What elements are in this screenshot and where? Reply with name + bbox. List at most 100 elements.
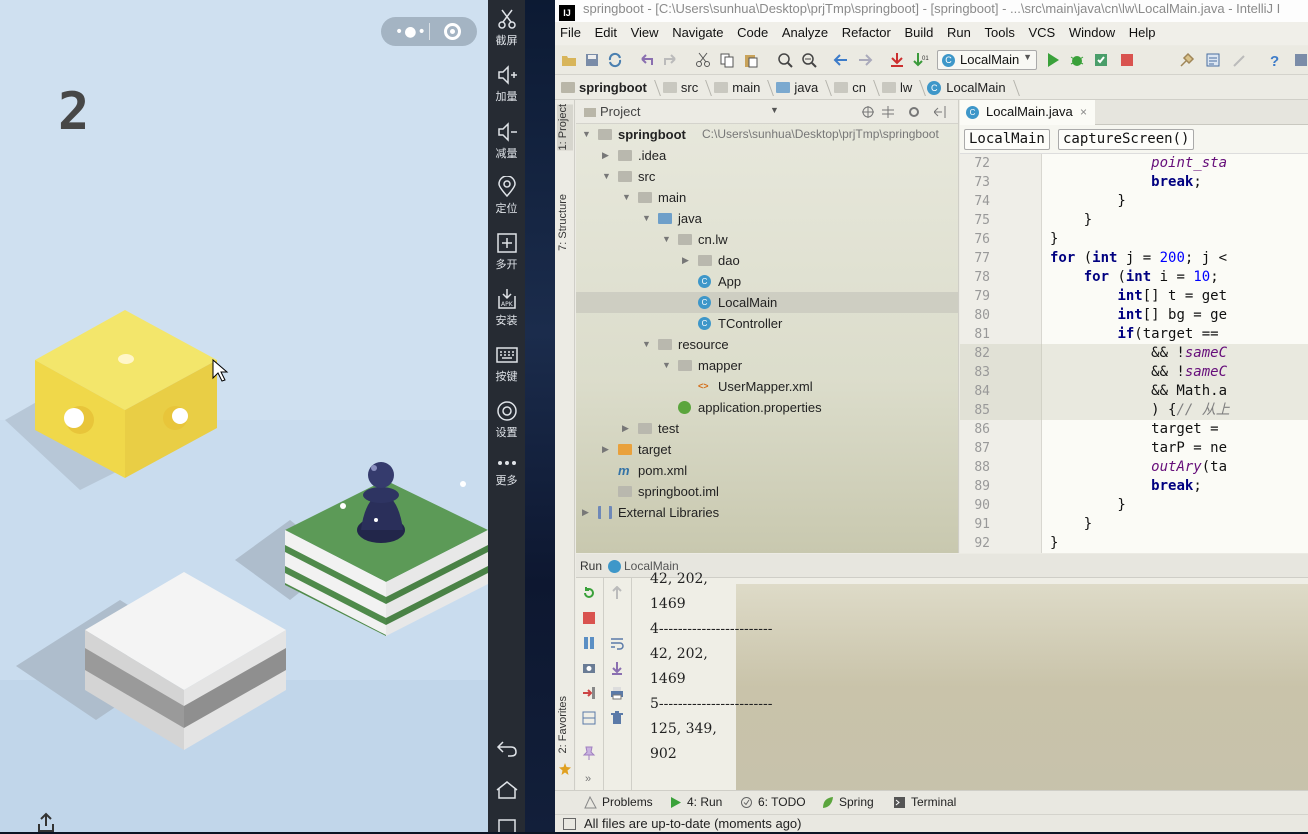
volume-down-button[interactable]: 减量 xyxy=(488,121,525,161)
run-configuration-selector[interactable]: C LocalMain ▼ xyxy=(937,50,1037,70)
navigate-forward-icon[interactable] xyxy=(857,52,873,68)
find-icon[interactable] xyxy=(777,52,793,68)
tree-item[interactable]: C App xyxy=(576,271,958,292)
code-line[interactable]: 91 } xyxy=(960,515,1308,534)
editor-tab-localmain[interactable]: C LocalMain.java × xyxy=(960,100,1095,125)
code-line[interactable]: 79 int[] t = get xyxy=(960,287,1308,306)
breadcrumb-localmain[interactable]: C LocalMain xyxy=(922,76,1015,100)
code-line[interactable]: 73 break; xyxy=(960,173,1308,192)
tab-favorites[interactable]: 2: Favorites xyxy=(557,696,573,753)
code-line[interactable]: 81 if(target == xyxy=(960,325,1308,344)
chevron-right-icon[interactable]: ▶ xyxy=(602,145,609,166)
breadcrumb-lw[interactable]: lw xyxy=(876,76,922,100)
volume-up-button[interactable]: 加量 xyxy=(488,64,525,104)
replace-icon[interactable] xyxy=(801,52,817,68)
tree-item[interactable]: C TController xyxy=(576,313,958,334)
trash-icon[interactable] xyxy=(610,711,624,725)
crumb-method[interactable]: captureScreen() xyxy=(1058,129,1195,150)
tree-item[interactable]: ▼ main xyxy=(576,187,958,208)
tree-item[interactable]: application.properties xyxy=(576,397,958,418)
breadcrumb-cn[interactable]: cn xyxy=(828,76,876,100)
tab-spring[interactable]: Spring xyxy=(821,791,874,814)
tree-item[interactable]: ▶ dao xyxy=(576,250,958,271)
tree-item[interactable]: ▼ springboot C:\Users\sunhua\Desktop\prjTm… xyxy=(576,124,958,145)
menu-edit[interactable]: Edit xyxy=(590,22,622,40)
breadcrumb-java[interactable]: java xyxy=(770,76,828,100)
menu-tools[interactable]: Tools xyxy=(980,22,1020,40)
synchronize-icon[interactable] xyxy=(607,52,623,68)
stop-icon[interactable] xyxy=(1119,52,1135,68)
collapse-all-icon[interactable] xyxy=(882,106,894,118)
code-line[interactable]: 76} xyxy=(960,230,1308,249)
menu-vcs[interactable]: VCS xyxy=(1023,22,1060,40)
screenshot-button[interactable]: 截屏 xyxy=(488,8,525,48)
tree-item[interactable]: ▼ src xyxy=(576,166,958,187)
menu-build[interactable]: Build xyxy=(899,22,938,40)
menu-view[interactable]: View xyxy=(626,22,664,40)
code-line[interactable]: 92} xyxy=(960,534,1308,553)
code-line[interactable]: 78 for (int i = 10; xyxy=(960,268,1308,287)
chevron-down-icon[interactable]: ▼ xyxy=(642,334,651,355)
breadcrumb-src[interactable]: src xyxy=(657,76,708,100)
game-panel[interactable]: •●• 2 xyxy=(0,0,488,832)
back-button[interactable] xyxy=(488,738,525,760)
tree-item[interactable]: ▶ target xyxy=(576,439,958,460)
sdk-settings-icon[interactable] xyxy=(1205,52,1221,68)
pause-icon[interactable] xyxy=(582,636,596,650)
scroll-to-end-icon[interactable] xyxy=(610,661,624,675)
rerun-icon[interactable] xyxy=(582,586,596,600)
breadcrumb-springboot[interactable]: springboot xyxy=(555,76,657,100)
tab-todo[interactable]: 6: TODO xyxy=(740,791,806,814)
settings-button[interactable]: 设置 xyxy=(488,400,525,440)
structure-tool-icon[interactable] xyxy=(1231,52,1247,68)
crumb-class[interactable]: LocalMain xyxy=(964,129,1050,150)
cut-icon[interactable] xyxy=(695,52,711,68)
tree-item[interactable]: ▼ java xyxy=(576,208,958,229)
tree-item[interactable]: springboot.iml xyxy=(576,481,958,502)
menu-analyze[interactable]: Analyze xyxy=(777,22,833,40)
multi-instance-button[interactable]: 多开 xyxy=(488,232,525,272)
close-icon[interactable]: × xyxy=(1080,100,1087,124)
layout-icon[interactable] xyxy=(582,711,596,725)
run-icon[interactable] xyxy=(1045,52,1061,68)
undo-icon[interactable] xyxy=(639,52,655,68)
menu-help[interactable]: Help xyxy=(1124,22,1161,40)
breadcrumb-main[interactable]: main xyxy=(708,76,770,100)
code-line[interactable]: 85 ) {// 从上 xyxy=(960,401,1308,420)
keymap-button[interactable]: 按键 xyxy=(488,344,525,384)
chevron-down-icon[interactable]: ▼ xyxy=(582,124,591,145)
tab-problems[interactable]: Problems xyxy=(584,791,653,814)
soft-wrap-icon[interactable] xyxy=(610,636,624,650)
make-module-icon[interactable]: 01 xyxy=(913,52,929,68)
chevron-down-icon[interactable]: ▼ xyxy=(770,105,779,115)
more-chevron-icon[interactable]: » xyxy=(585,773,591,785)
scroll-from-source-icon[interactable] xyxy=(862,106,874,118)
scroll-up-icon[interactable] xyxy=(610,586,624,600)
install-apk-button[interactable]: APK 安装 xyxy=(488,288,525,328)
code-line[interactable]: 82 && !sameC xyxy=(960,344,1308,363)
tree-item[interactable]: ▼ cn.lw xyxy=(576,229,958,250)
tool-windows-toggle-icon[interactable] xyxy=(563,818,576,830)
code-line[interactable]: 88 outAry(ta xyxy=(960,458,1308,477)
code-line[interactable]: 80 int[] bg = ge xyxy=(960,306,1308,325)
code-line[interactable]: 83 && !sameC xyxy=(960,363,1308,382)
navigate-back-icon[interactable] xyxy=(833,52,849,68)
open-folder-icon[interactable] xyxy=(561,52,577,68)
chevron-down-icon[interactable]: ▼ xyxy=(662,229,671,250)
chevron-right-icon[interactable]: ▶ xyxy=(682,250,689,271)
home-button[interactable] xyxy=(488,780,525,802)
exit-icon[interactable] xyxy=(582,686,596,700)
share-icon[interactable] xyxy=(36,812,56,832)
chevron-down-icon[interactable]: ▼ xyxy=(642,208,651,229)
code-line[interactable]: 74 } xyxy=(960,192,1308,211)
stop-icon[interactable] xyxy=(582,611,596,625)
tab-run[interactable]: 4: Run xyxy=(669,791,722,814)
camera-dump-icon[interactable] xyxy=(582,661,596,675)
tree-item[interactable]: m pom.xml xyxy=(576,460,958,481)
debug-icon[interactable] xyxy=(1069,52,1085,68)
code-line[interactable]: 90 } xyxy=(960,496,1308,515)
tree-item[interactable]: ▶ External Libraries xyxy=(576,502,958,523)
tree-item[interactable]: C LocalMain xyxy=(576,292,958,313)
code-line[interactable]: 86 target = xyxy=(960,420,1308,439)
redo-icon[interactable] xyxy=(662,52,678,68)
